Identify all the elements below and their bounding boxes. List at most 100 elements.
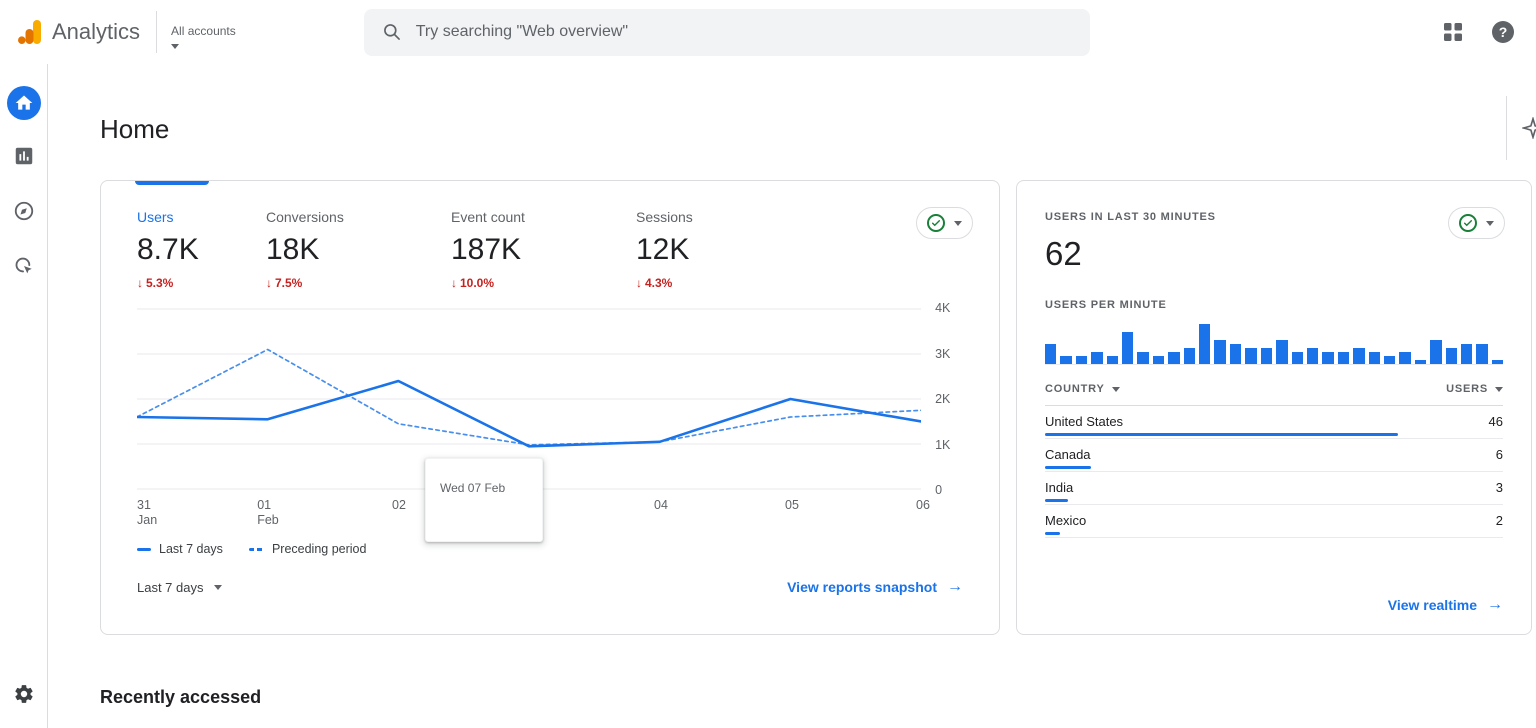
view-reports-snapshot-link[interactable]: View reports snapshot → [787,578,963,596]
minute-bar [1122,332,1134,364]
country-name: Mexico [1045,513,1087,528]
chevron-down-icon [954,220,962,226]
search-icon [383,24,400,40]
active-metric-tab-indicator [135,181,209,185]
country-users: 6 [1495,447,1503,462]
date-range-selector[interactable]: Last 7 days [137,580,222,595]
country-bar [1045,433,1398,436]
y-tick-label: 1K [935,437,951,452]
users-column-header[interactable]: USERS [1446,383,1503,395]
metric-label: Users [137,209,174,225]
account-switcher[interactable]: All accounts [171,16,236,49]
metric-label: Sessions [636,209,693,225]
reports-bar-chart-icon [15,147,32,165]
minute-bar [1414,360,1427,364]
minute-bar [1229,344,1242,364]
x-tick-label: 02 [392,498,406,512]
data-quality-dropdown[interactable] [1448,207,1505,239]
y-tick-label: 3K [935,346,951,361]
chart-tooltip: Wed 07 Feb [425,458,543,542]
chevron-down-icon [1111,386,1120,392]
dashed-line-swatch [248,547,264,551]
legend-item: Preceding period [248,542,366,556]
analytics-app: Analytics All accounts Try searching "We… [0,0,1536,728]
country-name: United States [1045,414,1124,429]
minute-bar [1152,356,1165,364]
down-arrow-icon: ↓ [137,276,143,290]
search-bar[interactable]: Try searching "Web overview" [363,8,1090,56]
users-per-minute-chart [1045,321,1504,365]
minute-bar [1106,356,1119,364]
metric-tab-event-count[interactable]: Event count 187K ↓ 10.0% [451,209,636,290]
chevron-down-icon [213,584,222,590]
nav-reports[interactable] [12,144,36,168]
y-tick-label: 2K [935,392,951,406]
x-tick-label: 04 [654,498,668,512]
down-arrow-icon: ↓ [636,276,642,290]
minute-bar [1476,344,1488,364]
view-realtime-link[interactable]: View realtime → [1388,596,1503,614]
country-bar [1045,499,1068,502]
country-row: Canada 6 [1045,439,1503,472]
apps-grid-icon[interactable] [1444,23,1462,41]
minute-bar [1430,340,1442,364]
down-arrow-icon: ↓ [451,276,457,290]
chevron-down-icon [1486,220,1494,226]
metric-delta: ↓ 10.0% [451,276,495,290]
search-placeholder: Try searching "Web overview" [415,23,629,40]
nav-home[interactable] [6,86,41,120]
country-bar [1045,466,1091,469]
home-logo-link[interactable]: Analytics [0,19,140,45]
brand-name: Analytics [52,19,141,44]
country-column-header[interactable]: COUNTRY [1045,383,1120,395]
nav-explore[interactable] [12,199,36,223]
minute-bar [1214,340,1226,364]
page-title: Home [100,114,170,144]
nav-admin-settings[interactable] [12,682,36,706]
x-tick-label: 05 [785,498,799,512]
metric-tab-conversions[interactable]: Conversions 18K ↓ 7.5% [266,209,451,290]
minute-bar [1045,344,1057,364]
minute-bar [1460,344,1473,364]
chart-legend: Last 7 days Preceding period [137,542,963,556]
advertising-target-icon [15,257,32,274]
check-circle-icon [1459,214,1477,232]
data-quality-dropdown[interactable] [916,207,973,239]
insights-panel-toggle[interactable] [1506,96,1536,160]
solid-line-swatch [137,547,151,551]
legend-item: Last 7 days [137,542,223,556]
realtime-card: USERS IN LAST 30 MINUTES 62 USERS PER MI… [1016,180,1532,635]
minute-bar [1383,356,1396,364]
country-name: India [1045,480,1074,495]
minute-bar [1445,348,1457,364]
arrow-right-icon: → [1487,596,1503,613]
country-users: 46 [1488,414,1503,429]
x-tick-label: 01 Feb [257,498,279,527]
country-name: Canada [1045,447,1091,462]
metric-delta: ↓ 7.5% [266,276,303,290]
metric-tab-users[interactable]: Users 8.7K ↓ 5.3% [137,209,266,290]
minute-bar [1306,348,1319,364]
insights-sparkle-icon [1522,117,1536,139]
minute-bar [1337,352,1350,364]
y-tick-label: 0 [935,483,943,497]
country-row: United States 46 [1045,406,1503,439]
chevron-down-icon [1495,386,1503,392]
metric-delta: ↓ 4.3% [636,276,673,290]
metric-tab-sessions[interactable]: Sessions 12K ↓ 4.3% [636,209,693,290]
help-icon[interactable]: ? [1492,21,1514,43]
country-users: 2 [1495,513,1503,528]
x-tick-label: 06 [916,498,930,512]
minute-bar [1183,348,1196,364]
chevron-down-icon [171,43,180,49]
nav-advertising[interactable] [12,254,36,278]
minute-bar [1075,356,1088,364]
recently-accessed-title: Recently accessed [100,687,262,707]
account-switcher-label: All accounts [171,23,236,38]
topbar-divider [156,11,158,53]
realtime-table-header: COUNTRY USERS [1045,383,1503,406]
metric-value: 18K [266,233,320,266]
users-per-minute-label: USERS PER MINUTE [1045,299,1167,311]
left-nav [0,64,48,728]
check-circle-icon [927,214,945,232]
